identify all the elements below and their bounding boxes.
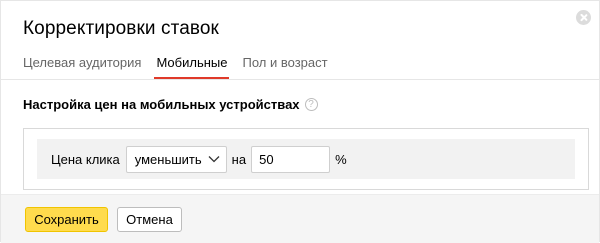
cancel-button[interactable]: Отмена	[117, 207, 182, 232]
direction-select[interactable]: уменьшить	[125, 145, 227, 173]
dialog-footer: Сохранить Отмена	[1, 194, 599, 243]
click-price-label: Цена клика	[51, 151, 120, 167]
section-title-text: Настройка цен на мобильных устройствах	[23, 97, 300, 112]
close-icon[interactable]	[576, 10, 591, 25]
tabs: Целевая аудитория Мобильные Пол и возрас…	[23, 53, 599, 79]
save-button[interactable]: Сохранить	[25, 207, 108, 232]
dialog-title: Корректировки ставок	[23, 18, 219, 39]
bid-row: Цена клика уменьшить на %	[37, 139, 575, 179]
percent-input[interactable]	[251, 145, 331, 173]
tab-gender-age[interactable]: Пол и возраст	[242, 53, 327, 79]
question-icon[interactable]: ?	[304, 98, 318, 111]
bid-adjustments-dialog: Корректировки ставок Целевая аудитория М…	[0, 0, 600, 243]
tab-target-audience[interactable]: Целевая аудитория	[23, 53, 141, 79]
mobile-bid-panel: Цена клика уменьшить на %	[23, 128, 589, 190]
on-label: на	[231, 151, 247, 167]
percent-sign: %	[335, 151, 347, 167]
chevron-down-icon	[208, 156, 220, 163]
tabs-divider	[1, 79, 599, 80]
tab-mobile[interactable]: Мобильные	[154, 53, 230, 79]
direction-select-value: уменьшить	[134, 151, 202, 167]
section-title: Настройка цен на мобильных устройствах ?	[23, 97, 318, 112]
